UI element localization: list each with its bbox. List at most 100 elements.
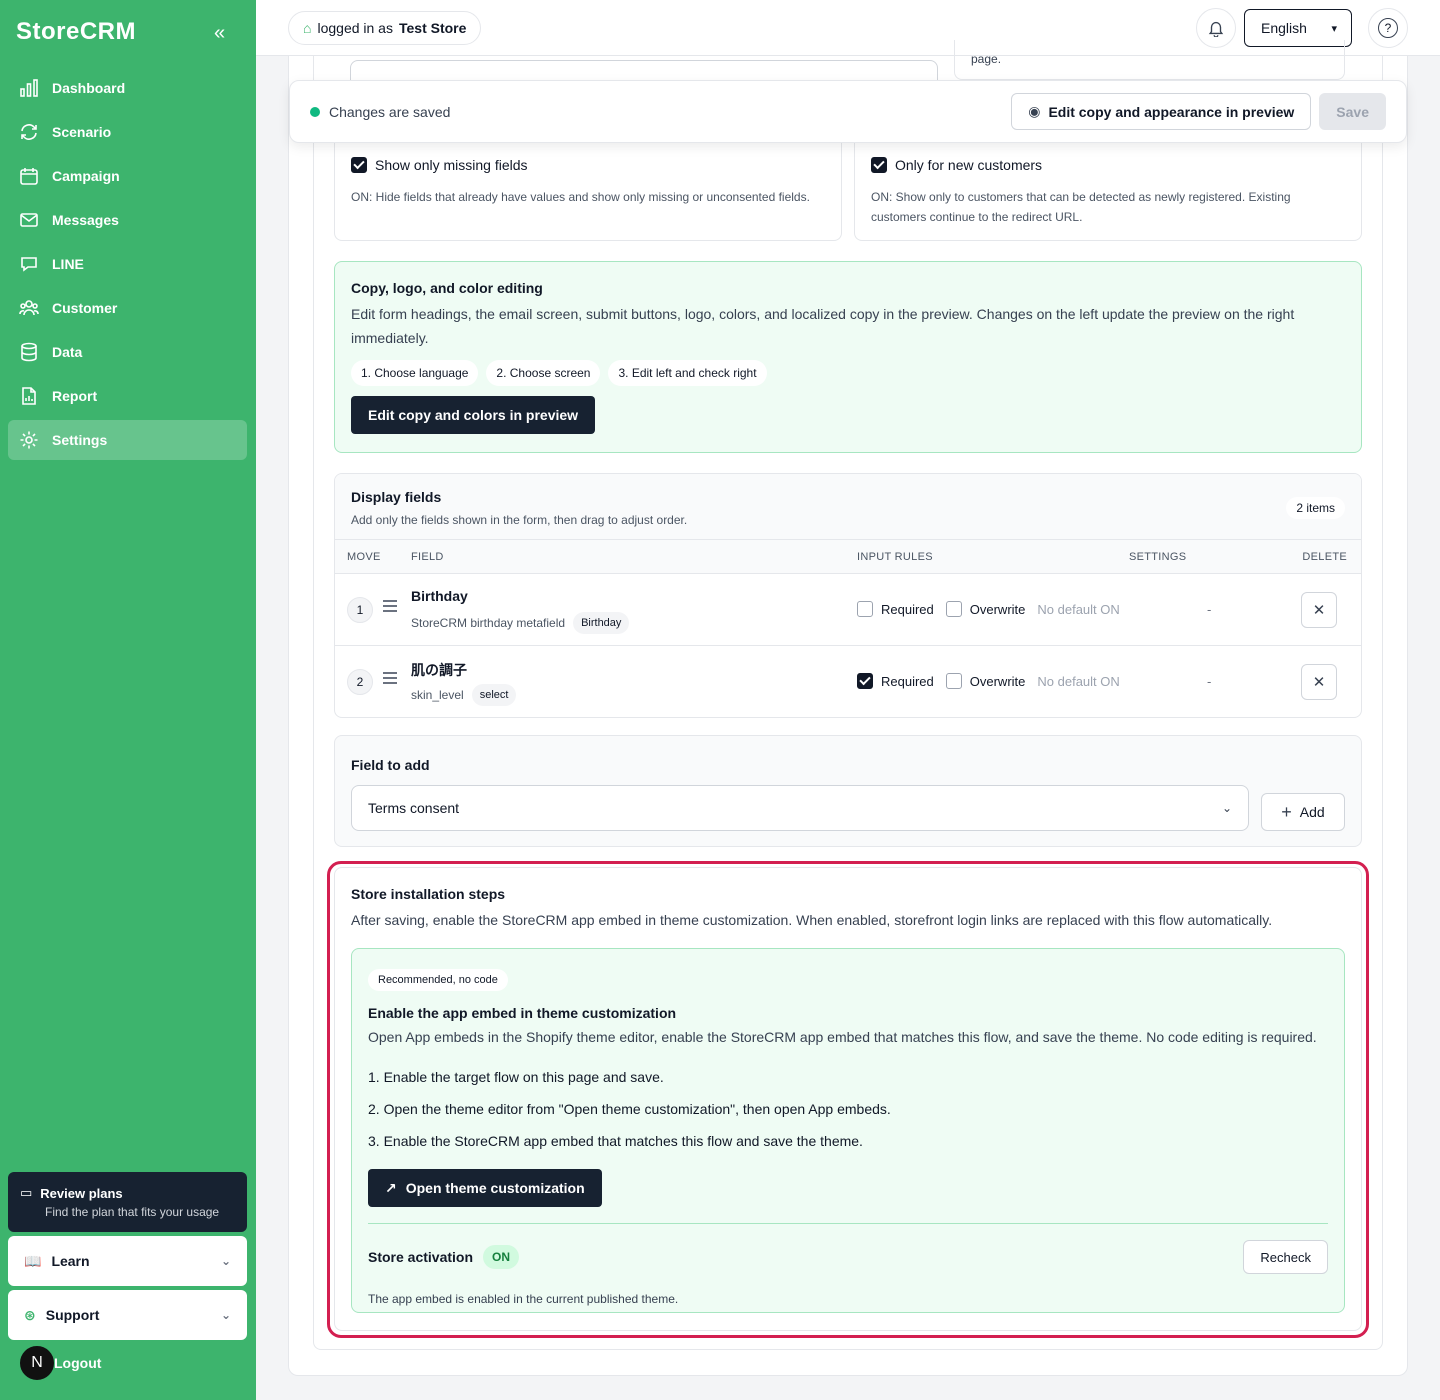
language-value: English: [1261, 20, 1307, 36]
sidebar-item-label: LINE: [52, 256, 84, 272]
field-type-tag: Birthday: [573, 612, 630, 634]
activation-label: Store activation: [368, 1249, 474, 1265]
drag-handle-icon[interactable]: [383, 672, 397, 687]
logout-label: Logout: [54, 1355, 102, 1371]
option-label: Only for new customers: [895, 157, 1043, 173]
delete-button[interactable]: ✕: [1301, 592, 1337, 628]
edit-preview-button[interactable]: ◉ Edit copy and appearance in preview: [1011, 93, 1312, 130]
sidebar-item-report[interactable]: Report: [8, 376, 247, 416]
step-chip: 2. Choose screen: [486, 360, 601, 386]
column-delete: DELETE: [1302, 551, 1347, 563]
field-meta: StoreCRM birthday metafield Birthday: [411, 612, 630, 634]
add-label: Add: [1299, 804, 1325, 820]
support-icon: ⊛: [24, 1306, 36, 1323]
display-fields-title: Display fields: [351, 489, 442, 505]
checkbox[interactable]: [351, 157, 367, 173]
sidebar-nav: Dashboard Scenario Campaign Messages LIN…: [8, 68, 247, 464]
step-chip: 3. Edit left and check right: [608, 360, 767, 386]
save-bar: Changes are saved ◉ Edit copy and appear…: [289, 80, 1407, 143]
open-theme-label: Open theme customization: [405, 1180, 585, 1196]
field-key: StoreCRM birthday metafield: [411, 616, 566, 630]
sidebar-item-label: Campaign: [52, 168, 120, 184]
field-select[interactable]: Terms consent ⌄: [351, 785, 1249, 831]
default-status: No default ON: [1037, 673, 1120, 689]
column-field: FIELD: [411, 551, 444, 563]
required-checkbox[interactable]: [857, 673, 873, 689]
settings-value: -: [1207, 602, 1212, 617]
logout-button[interactable]: N Logout: [18, 1344, 101, 1382]
divider: [368, 1223, 1328, 1224]
overwrite-checkbox[interactable]: [945, 601, 962, 617]
overwrite-checkbox[interactable]: [945, 673, 962, 689]
add-field-button[interactable]: + Add: [1261, 793, 1345, 831]
save-button[interactable]: Save: [1319, 93, 1386, 130]
store-name: Test Store: [398, 20, 467, 36]
drag-handle-icon[interactable]: [383, 600, 397, 615]
store-activation-row: Store activation ON Recheck: [368, 1240, 1328, 1274]
copy-card-description: Edit form headings, the email screen, su…: [351, 306, 1295, 346]
required-label: Required: [881, 673, 934, 689]
saved-status-dot: [310, 106, 320, 117]
required-checkbox[interactable]: [857, 601, 873, 617]
items-count-badge: 2 items: [1286, 497, 1345, 519]
app-embed-panel: Recommended, no code Enable the app embe…: [351, 948, 1345, 1313]
install-step: 1. Enable the target flow on this page a…: [368, 1069, 664, 1085]
chevron-down-icon: ▾: [1331, 22, 1337, 35]
sidebar-item-line[interactable]: LINE: [8, 244, 247, 284]
support-label: Support: [45, 1307, 100, 1323]
field-meta: skin_level select: [411, 684, 517, 706]
sidebar-item-settings[interactable]: Settings: [8, 420, 247, 460]
sidebar-item-messages[interactable]: Messages: [8, 200, 247, 240]
home-icon: ⌂: [303, 20, 312, 36]
app-embed-description: Open App embeds in the Shopify theme edi…: [368, 1029, 1317, 1045]
bell-icon: [1208, 21, 1224, 37]
step-chip: 1. Choose language: [351, 360, 479, 386]
install-title: Store installation steps: [351, 886, 506, 902]
learn-menu[interactable]: 📖 Learn ⌄: [8, 1236, 247, 1286]
install-description: After saving, enable the StoreCRM app em…: [351, 912, 1273, 928]
delete-button[interactable]: ✕: [1301, 664, 1337, 700]
checkbox[interactable]: [871, 157, 887, 173]
default-status: No default ON: [1037, 601, 1120, 617]
sidebar: StoreCRM « Dashboard Scenario Campaign M…: [0, 0, 256, 1400]
edit-copy-colors-button[interactable]: Edit copy and colors in preview: [351, 396, 596, 434]
sidebar-item-campaign[interactable]: Campaign: [8, 156, 247, 196]
option-label: Show only missing fields: [375, 157, 528, 173]
status-badge: ON: [483, 1245, 520, 1269]
chevron-down-icon: ⌄: [220, 1254, 231, 1268]
sidebar-item-scenario[interactable]: Scenario: [8, 112, 247, 152]
install-step: 2. Open the theme editor from "Open them…: [368, 1101, 891, 1117]
external-link-icon: ↗: [385, 1179, 397, 1196]
recheck-button[interactable]: Recheck: [1243, 1240, 1328, 1274]
sidebar-item-customer[interactable]: Customer: [8, 288, 247, 328]
review-plans-title: Review plans: [40, 1185, 123, 1201]
support-menu[interactable]: ⊛ Support ⌄: [8, 1290, 247, 1340]
edit-preview-label: Edit copy and appearance in preview: [1048, 103, 1295, 120]
install-steps: 1. Enable the target flow on this page a…: [368, 1061, 1328, 1157]
option-new-customers: Only for new customers ON: Show only to …: [854, 143, 1362, 241]
column-move: MOVE: [347, 551, 381, 563]
help-button[interactable]: ?: [1368, 8, 1408, 48]
required-label: Required: [881, 601, 934, 617]
sidebar-item-label: Scenario: [52, 124, 112, 140]
sidebar-item-data[interactable]: Data: [8, 332, 247, 372]
steps-chips: 1. Choose language 2. Choose screen 3. E…: [351, 360, 1345, 386]
missing-fields-toggle[interactable]: Show only missing fields: [351, 157, 825, 173]
field-to-add-label: Field to add: [351, 757, 430, 773]
sidebar-item-label: Customer: [52, 300, 118, 316]
option-description: page.: [954, 40, 1345, 80]
new-customers-toggle[interactable]: Only for new customers: [871, 157, 1345, 173]
column-settings: SETTINGS: [1129, 551, 1187, 563]
mail-icon: [18, 209, 40, 231]
report-icon: [18, 385, 40, 407]
collapse-sidebar-icon[interactable]: «: [214, 22, 225, 45]
sidebar-item-dashboard[interactable]: Dashboard: [8, 68, 247, 108]
book-icon: 📖: [24, 1252, 42, 1269]
open-theme-customization-button[interactable]: ↗ Open theme customization: [368, 1169, 602, 1207]
bar-chart-icon: [18, 77, 40, 99]
refresh-icon: [18, 121, 40, 143]
sidebar-item-label: Messages: [52, 212, 119, 228]
recommended-badge: Recommended, no code: [368, 969, 508, 991]
logged-in-prefix: logged in as: [317, 20, 393, 36]
review-plans-card[interactable]: ▭ Review plans Find the plan that fits yo…: [8, 1172, 247, 1232]
